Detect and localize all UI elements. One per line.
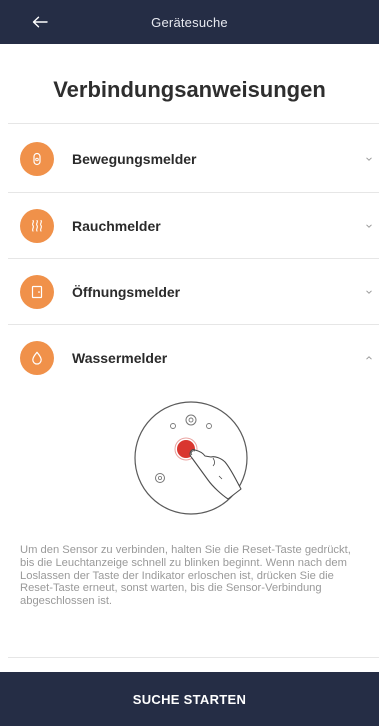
device-row-label: Bewegungsmelder xyxy=(72,151,197,167)
device-row-motion-sensor[interactable]: Bewegungsmelder xyxy=(0,126,379,192)
water-drop-icon xyxy=(20,341,54,375)
page-title: Verbindungsanweisungen xyxy=(53,77,326,102)
top-bar-title: Gerätesuche xyxy=(151,14,228,30)
device-row-label: Öffnungsmelder xyxy=(72,284,181,300)
water-sensor-illustration xyxy=(134,401,248,515)
top-bar: Gerätesuche xyxy=(0,0,379,44)
device-row-label: Rauchmelder xyxy=(72,218,161,234)
start-search-button[interactable]: SUCHE STARTEN xyxy=(0,672,379,726)
device-row-water-sensor[interactable]: Wassermelder xyxy=(0,325,379,391)
door-icon xyxy=(20,275,54,309)
device-row-label: Wassermelder xyxy=(72,350,168,366)
back-button[interactable] xyxy=(26,8,54,36)
chevron-up-icon xyxy=(364,353,374,363)
chevron-down-icon xyxy=(364,221,374,231)
smoke-icon xyxy=(20,209,54,243)
divider xyxy=(8,123,379,124)
motion-sensor-icon xyxy=(20,142,54,176)
device-row-smoke-sensor[interactable]: Rauchmelder xyxy=(0,193,379,259)
chevron-down-icon xyxy=(364,287,374,297)
arrow-left-icon xyxy=(32,16,48,28)
connection-instructions: Um den Sensor zu verbinden, halten Sie d… xyxy=(20,544,351,608)
divider xyxy=(8,657,379,658)
chevron-down-icon xyxy=(364,154,374,164)
device-row-opening-sensor[interactable]: Öffnungsmelder xyxy=(0,259,379,325)
